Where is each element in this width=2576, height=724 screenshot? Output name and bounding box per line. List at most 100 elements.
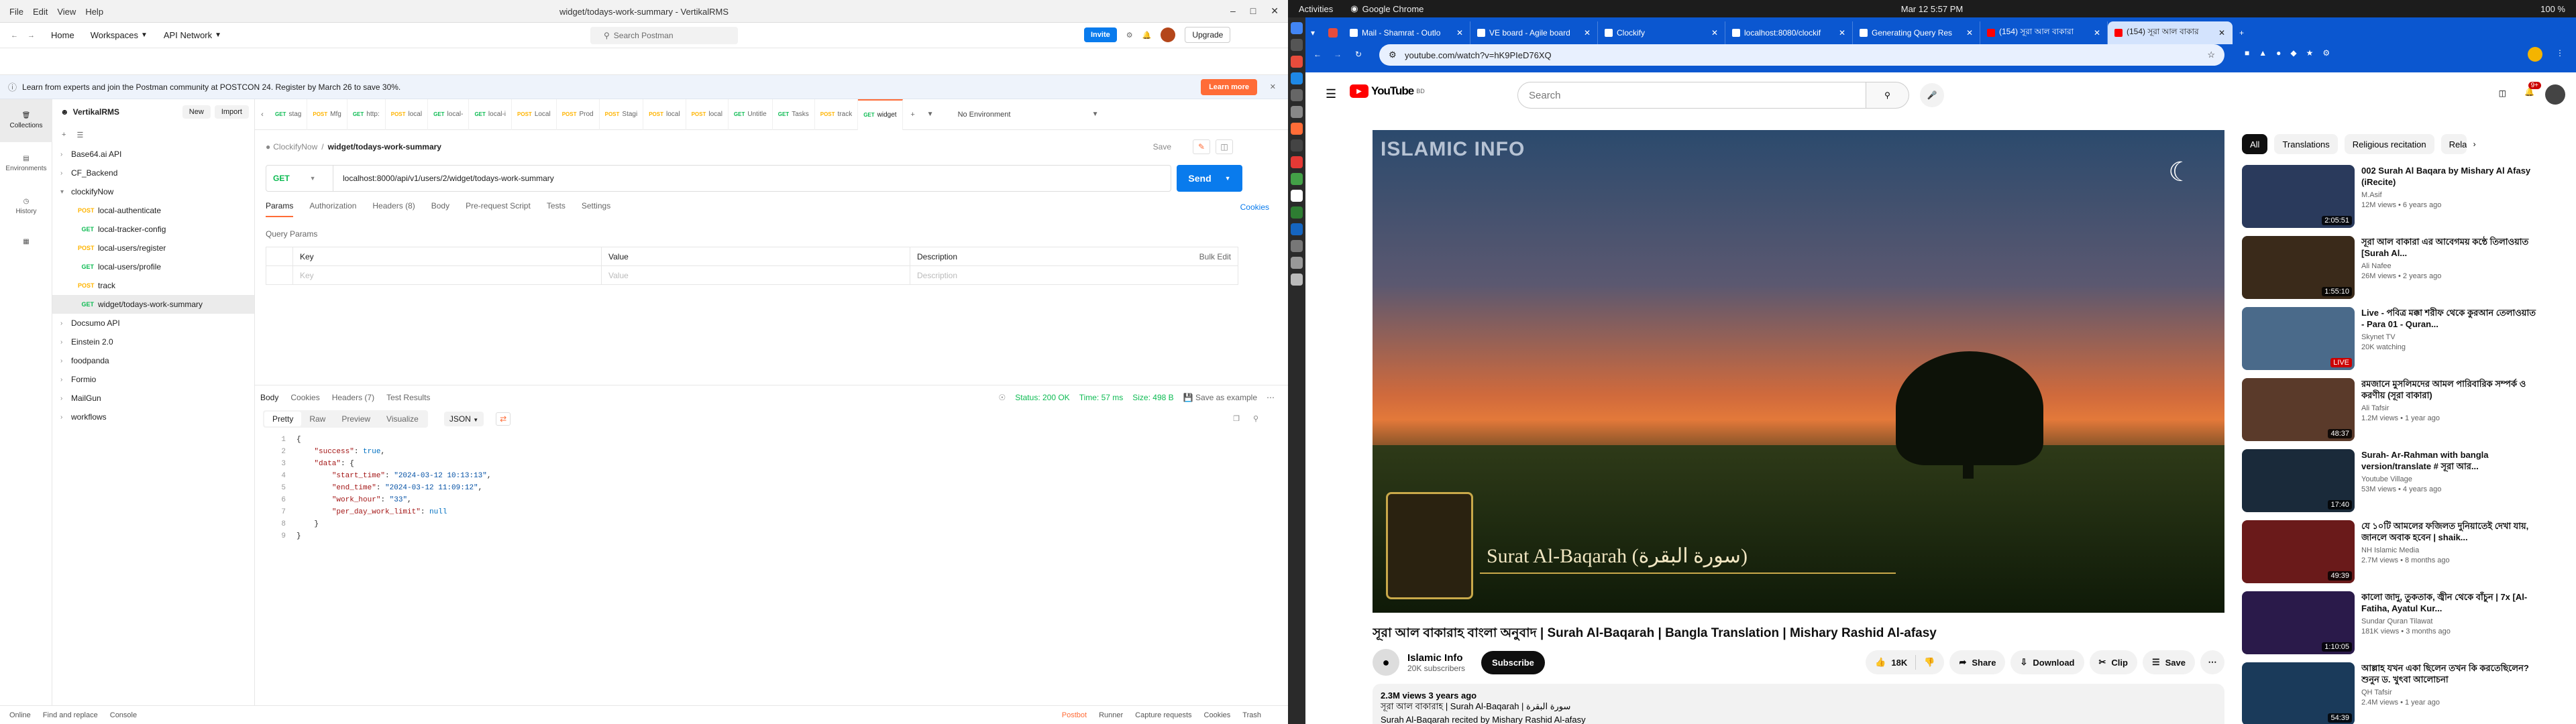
close-icon[interactable]: ✕ <box>1271 5 1279 17</box>
request-tab[interactable]: POST Prod <box>557 99 600 130</box>
recommendation-channel[interactable]: QH Tafsir <box>2361 688 2537 698</box>
browser-tab[interactable]: (154) সূরা আল বাকার ✕ <box>2108 21 2233 44</box>
dock-app-icon[interactable] <box>1291 223 1303 235</box>
footer-runner[interactable]: Runner <box>1099 711 1123 719</box>
search-input[interactable]: Search <box>1517 82 1866 109</box>
battery-text[interactable]: 100 % <box>2540 4 2565 14</box>
search-icon[interactable]: ⚲ <box>1253 414 1258 423</box>
footer-trash[interactable]: Trash <box>1242 711 1261 719</box>
recommendation-channel[interactable]: Ali Nafee <box>2361 261 2537 272</box>
new-button[interactable]: New <box>182 105 211 119</box>
new-tab-icon[interactable]: + <box>2239 28 2244 38</box>
more-icon[interactable]: ⋯ <box>1267 393 1275 402</box>
recommendation-item[interactable]: 54:39 আল্লাহ যখন একা ছিলেন তখন কি করতেছিল… <box>2242 662 2537 724</box>
dock-app-icon[interactable] <box>1291 72 1303 84</box>
dock-app-icon[interactable] <box>1291 257 1303 269</box>
browser-tab[interactable]: Mail - Shamrat - Outlo ✕ <box>1343 21 1470 44</box>
close-tab-icon[interactable]: ✕ <box>1711 28 1718 38</box>
import-button[interactable]: Import <box>214 105 249 119</box>
rail-history[interactable]: ◷ History <box>0 185 52 228</box>
nav-home[interactable]: Home <box>51 30 74 40</box>
response-tab[interactable]: Headers (7) <box>332 393 374 402</box>
format-select[interactable]: JSON ▼ <box>443 412 484 426</box>
notifications-icon[interactable]: 🔔 <box>1142 31 1152 40</box>
chevron-down-icon[interactable]: ▾ <box>60 188 71 196</box>
footer-online[interactable]: Online <box>9 711 31 719</box>
nav-api-network[interactable]: API Network <box>164 30 212 40</box>
chevron-right-icon[interactable]: › <box>60 320 71 327</box>
tree-item[interactable]: › MailGun <box>52 389 254 408</box>
tree-item[interactable]: POST track <box>52 276 254 295</box>
request-tab[interactable]: POST Local <box>512 99 557 130</box>
footer-postbot[interactable]: Postbot <box>1062 711 1087 719</box>
browser-tab[interactable]: Generating Query Res ✕ <box>1853 21 1980 44</box>
dock-app-icon[interactable] <box>1291 89 1303 101</box>
subscribe-button[interactable]: Subscribe <box>1481 650 1545 674</box>
nav-workspaces[interactable]: Workspaces <box>91 30 138 40</box>
tree-item[interactable]: ▾ clockifyNow <box>52 182 254 201</box>
chip-related[interactable]: Rela <box>2440 134 2467 154</box>
account-avatar[interactable] <box>2545 84 2565 105</box>
description-input[interactable]: Description <box>910 265 1238 285</box>
request-tab[interactable]: GET local-i <box>469 99 513 130</box>
dock-app-icon[interactable] <box>1291 123 1303 135</box>
environment-select[interactable]: No Environment <box>958 111 1092 119</box>
view-pretty[interactable]: Pretty <box>264 412 302 426</box>
extension-icon[interactable]: ● <box>2276 48 2281 58</box>
more-actions-button[interactable]: ⋯ <box>2200 650 2224 674</box>
video-thumbnail[interactable]: 54:39 <box>2242 662 2355 724</box>
view-raw[interactable]: Raw <box>301 412 333 426</box>
rail-environments[interactable]: ▤ Environments <box>0 142 52 185</box>
recommendation-channel[interactable]: Skynet TV <box>2361 333 2537 343</box>
tree-item[interactable]: POST local-users/register <box>52 239 254 257</box>
recommendation-title[interactable]: 002 Surah Al Baqara by Mishary Al Afasy … <box>2361 165 2537 188</box>
invite-button[interactable]: Invite <box>1084 27 1117 42</box>
key-input[interactable]: Key <box>292 265 602 285</box>
extension-icon[interactable]: ■ <box>2245 48 2249 58</box>
chevron-right-icon[interactable]: › <box>60 151 71 158</box>
recommendation-item[interactable]: 49:39 যে ১০টি আমলের ফজিলত দুনিয়াতেই দেখা… <box>2242 520 2537 587</box>
copy-icon[interactable]: ❐ <box>1233 414 1240 423</box>
maximize-icon[interactable]: □ <box>1250 5 1256 17</box>
video-thumbnail[interactable]: 17:40 <box>2242 449 2355 512</box>
tree-item[interactable]: GET widget/todays-work-summary <box>52 295 254 314</box>
rail-more[interactable]: ▦ <box>0 228 52 255</box>
chevron-right-icon[interactable]: › <box>60 395 71 402</box>
mic-icon[interactable]: 🎤 <box>1920 83 1944 107</box>
footer-console[interactable]: Console <box>110 711 137 719</box>
close-tab-icon[interactable]: ✕ <box>1584 28 1591 38</box>
bulk-edit-link[interactable]: Bulk Edit <box>1199 252 1231 261</box>
footer-find-replace[interactable]: Find and replace <box>43 711 98 719</box>
rail-collections[interactable]: 🗑 Collections <box>0 99 52 142</box>
filter-icon[interactable]: ☰ <box>76 131 83 139</box>
forward-arrow-icon[interactable]: → <box>28 32 35 40</box>
avatar[interactable] <box>1161 27 1176 42</box>
chip-religious-recitation[interactable]: Religious recitation <box>2344 134 2434 154</box>
upgrade-button[interactable]: Upgrade <box>1185 27 1231 43</box>
clip-button[interactable]: ✂ Clip <box>2089 650 2137 674</box>
chevron-left-icon[interactable]: ‹ <box>255 111 270 119</box>
dock-app-icon[interactable] <box>1291 156 1303 168</box>
recommendation-channel[interactable]: Ali Tafsir <box>2361 404 2537 414</box>
video-thumbnail[interactable]: 1:55:10 <box>2242 236 2355 299</box>
youtube-logo[interactable]: ▶ YouTube BD <box>1350 84 1425 98</box>
breadcrumb-request[interactable]: widget/todays-work-summary <box>328 142 441 152</box>
settings-icon[interactable]: ⚙ <box>1126 31 1133 40</box>
save-example-button[interactable]: 💾 Save as example <box>1183 393 1257 402</box>
tree-item[interactable]: › Base64.ai API <box>52 145 254 164</box>
tree-item[interactable]: GET local-users/profile <box>52 257 254 276</box>
video-player[interactable]: ISLAMIC INFO ☾ Surat Al-Baqarah (سورة ال… <box>1373 130 2224 613</box>
close-tab-icon[interactable]: ✕ <box>1966 28 1973 38</box>
dock-app-icon[interactable] <box>1291 190 1303 202</box>
recommendation-title[interactable]: রমজানে মুসলিমদের আমল পারিবারিক সম্পর্ক ও… <box>2361 378 2537 401</box>
extension-icon[interactable]: ◆ <box>2290 48 2296 58</box>
config-tab[interactable]: Authorization <box>309 201 356 217</box>
config-tab[interactable]: Body <box>431 201 449 217</box>
chip-all[interactable]: All <box>2242 134 2268 154</box>
address-bar[interactable]: ⚙ youtube.com/watch?v=hK9PIeD76XQ ☆ <box>1379 44 2224 66</box>
close-tab-icon[interactable]: ✕ <box>2094 28 2100 38</box>
request-tab[interactable]: GET http: <box>347 99 386 130</box>
hamburger-icon[interactable]: ☰ <box>1326 87 1336 101</box>
request-tab[interactable]: POST local <box>643 99 686 130</box>
recommendation-channel[interactable]: Sundar Quran Tilawat <box>2361 617 2537 627</box>
